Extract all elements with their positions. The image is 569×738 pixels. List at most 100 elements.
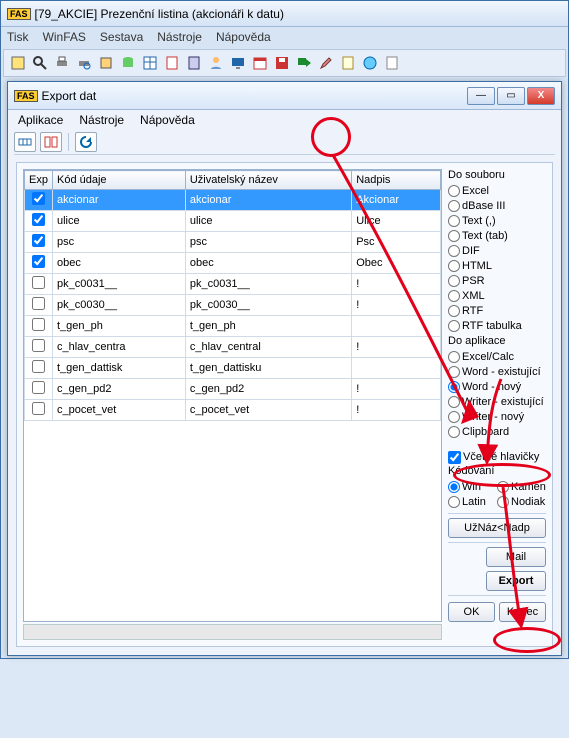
export-body: Exp Kód údaje Uživatelský název Nadpis a… (16, 162, 553, 647)
table-row[interactable]: pscpscPsc (25, 232, 441, 253)
fields-grid[interactable]: Exp Kód údaje Uživatelský název Nadpis a… (23, 169, 442, 622)
format-radio[interactable] (448, 185, 460, 197)
row-export-checkbox[interactable] (32, 297, 45, 310)
col-uziv[interactable]: Uživatelský název (185, 171, 351, 190)
format-label: Word - nový (462, 381, 521, 393)
encoding-label: Kódování (448, 465, 546, 477)
menu-napoveda[interactable]: Nápověda (140, 113, 195, 127)
row-export-checkbox[interactable] (32, 255, 45, 268)
tool-row2-icon[interactable] (40, 132, 62, 152)
tool-preview-icon[interactable] (74, 53, 94, 73)
ok-button[interactable]: OK (448, 602, 495, 622)
table-row[interactable]: akcionarakcionarAkcionar (25, 190, 441, 211)
col-exp[interactable]: Exp (25, 171, 53, 190)
format-radio[interactable] (448, 426, 460, 438)
row-export-checkbox[interactable] (32, 276, 45, 289)
mail-button[interactable]: Mail (486, 547, 546, 567)
tool-calc-icon[interactable] (184, 53, 204, 73)
uznaz-button[interactable]: UžNáz<Nadp (448, 518, 546, 538)
format-radio[interactable] (448, 275, 460, 287)
format-label: PSR (462, 275, 485, 287)
table-row[interactable]: c_pocet_vetc_pocet_vet! (25, 400, 441, 421)
group-file-label: Do souboru (448, 169, 546, 181)
format-radio[interactable] (448, 411, 460, 423)
tool-db-icon[interactable] (118, 53, 138, 73)
encoding-radio[interactable] (497, 481, 509, 493)
tool-run-icon[interactable] (8, 53, 28, 73)
format-radio[interactable] (448, 200, 460, 212)
menu-aplikace[interactable]: Aplikace (18, 113, 63, 127)
export-button[interactable]: Export (486, 571, 546, 591)
maximize-button[interactable]: ▭ (497, 87, 525, 105)
include-header-label: Včetně hlavičky (463, 451, 539, 463)
tool-globe-icon[interactable] (360, 53, 380, 73)
app-badge: FAS (14, 90, 38, 102)
tool-print-icon[interactable] (52, 53, 72, 73)
tool-user-icon[interactable] (206, 53, 226, 73)
tool-floppy-icon[interactable] (272, 53, 292, 73)
table-row[interactable]: pk_c0030__pk_c0030__! (25, 295, 441, 316)
encoding-radio[interactable] (448, 481, 460, 493)
table-row[interactable]: t_gen_pht_gen_ph (25, 316, 441, 337)
row-export-checkbox[interactable] (32, 318, 45, 331)
row-export-checkbox[interactable] (32, 192, 45, 205)
format-label: Excel/Calc (462, 351, 514, 363)
row-export-checkbox[interactable] (32, 339, 45, 352)
table-row[interactable]: obecobecObec (25, 253, 441, 274)
cell-nadpis: ! (352, 295, 441, 316)
tool-grid1-icon[interactable] (140, 53, 160, 73)
format-radio[interactable] (448, 260, 460, 272)
format-radio[interactable] (448, 245, 460, 257)
app-badge: FAS (7, 8, 31, 20)
format-radio[interactable] (448, 320, 460, 332)
col-kod[interactable]: Kód údaje (53, 171, 186, 190)
menu-napoveda[interactable]: Nápověda (216, 30, 271, 44)
format-label: Word - existující (462, 366, 541, 378)
row-export-checkbox[interactable] (32, 234, 45, 247)
tool-settings-icon[interactable] (96, 53, 116, 73)
menu-sestava[interactable]: Sestava (100, 30, 143, 44)
minimize-button[interactable]: — (467, 87, 495, 105)
format-radio[interactable] (448, 290, 460, 302)
menu-winfas[interactable]: WinFAS (43, 30, 86, 44)
cell-kod: akcionar (53, 190, 186, 211)
table-row[interactable]: c_gen_pd2c_gen_pd2! (25, 379, 441, 400)
menu-tisk[interactable]: Tisk (7, 30, 29, 44)
format-radio[interactable] (448, 305, 460, 317)
tool-blank-icon[interactable] (382, 53, 402, 73)
row-export-checkbox[interactable] (32, 381, 45, 394)
tool-brush-icon[interactable] (316, 53, 336, 73)
konec-button[interactable]: Konec (499, 602, 546, 622)
table-row[interactable]: t_gen_dattiskt_gen_dattisku (25, 358, 441, 379)
table-row[interactable]: pk_c0031__pk_c0031__! (25, 274, 441, 295)
format-radio[interactable] (448, 215, 460, 227)
tool-report-icon[interactable] (162, 53, 182, 73)
row-export-checkbox[interactable] (32, 360, 45, 373)
tool-screen-icon[interactable] (228, 53, 248, 73)
close-button[interactable]: X (527, 87, 555, 105)
encoding-radio[interactable] (497, 496, 509, 508)
tool-row1-icon[interactable] (14, 132, 36, 152)
menu-nastroje[interactable]: Nástroje (157, 30, 202, 44)
table-row[interactable]: uliceuliceUlice (25, 211, 441, 232)
row-export-checkbox[interactable] (32, 213, 45, 226)
format-radio[interactable] (448, 366, 460, 378)
tool-cal-icon[interactable] (250, 53, 270, 73)
row-export-checkbox[interactable] (32, 402, 45, 415)
format-label: XML (462, 290, 485, 302)
table-row[interactable]: c_hlav_centrac_hlav_central! (25, 337, 441, 358)
encoding-radio[interactable] (448, 496, 460, 508)
horizontal-scrollbar[interactable] (23, 624, 442, 640)
format-radio[interactable] (448, 396, 460, 408)
tool-book-icon[interactable] (338, 53, 358, 73)
format-radio[interactable] (448, 351, 460, 363)
tool-export-icon[interactable] (294, 53, 314, 73)
format-radio[interactable] (448, 230, 460, 242)
include-header-checkbox[interactable] (448, 451, 461, 464)
format-radio[interactable] (448, 381, 460, 393)
encoding-label: Win (462, 481, 481, 493)
tool-find-icon[interactable] (30, 53, 50, 73)
menu-nastroje[interactable]: Nástroje (79, 113, 124, 127)
tool-refresh-icon[interactable] (75, 132, 97, 152)
col-nadpis[interactable]: Nadpis (352, 171, 441, 190)
